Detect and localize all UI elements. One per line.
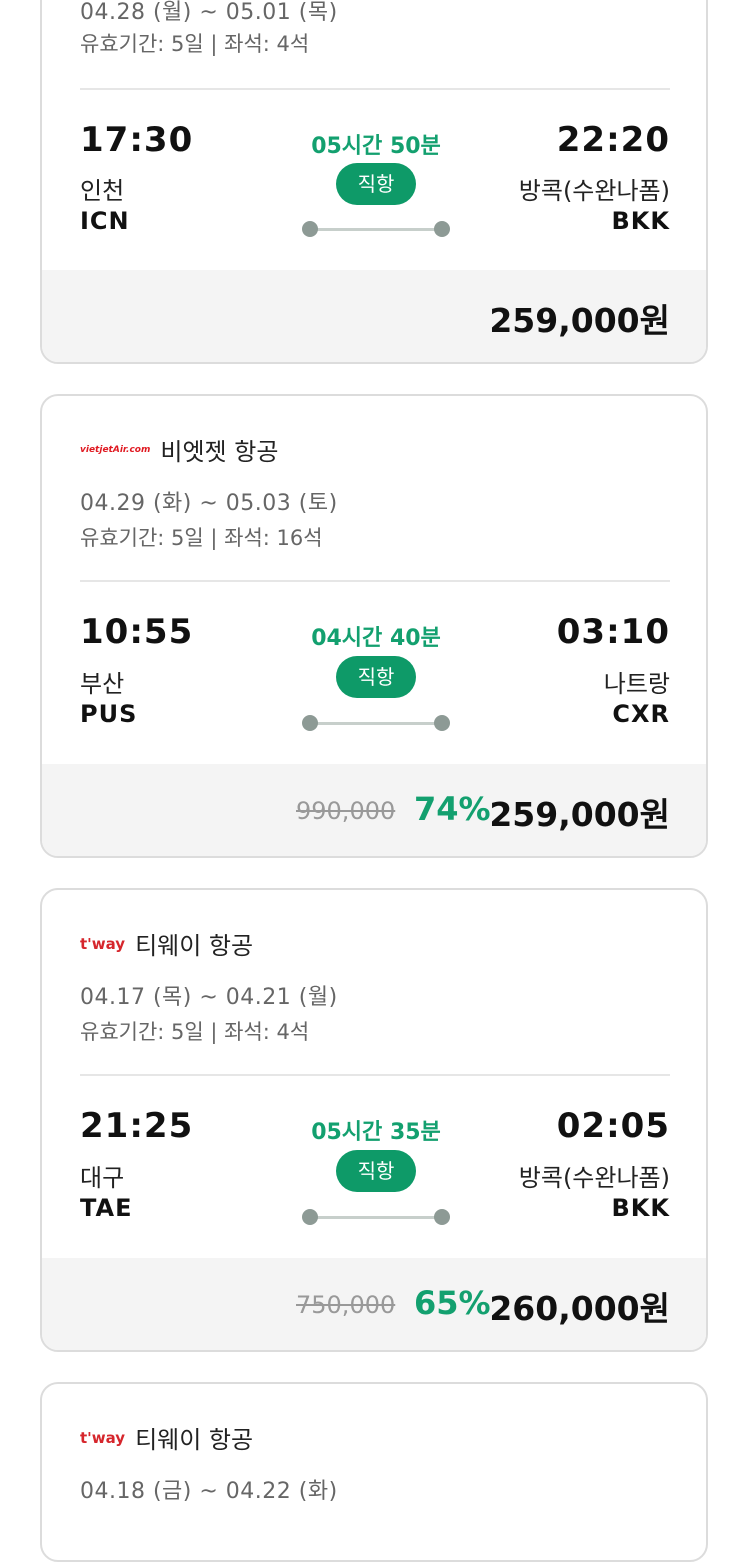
route-line [302, 1208, 450, 1226]
arrival-city: 나트랑 [603, 670, 670, 698]
origin-dot [302, 1209, 318, 1225]
original-price: 990,000 [296, 797, 396, 825]
arrival-city: 방콕(수완나폼) [518, 177, 670, 205]
tway-logo: t'way [80, 1428, 126, 1447]
validity-seats: 유효기간: 5일 | 좌석: 4석 [80, 1020, 310, 1044]
departure-city: 부산 [80, 670, 125, 698]
destination-dot [434, 221, 450, 237]
departure-city: 대구 [80, 1164, 125, 1192]
validity-seats: 유효기간: 5일 | 좌석: 16석 [80, 526, 323, 550]
price-bar: 750,000 65% 260,000원 [42, 1258, 706, 1350]
direct-flight-badge: 직항 [336, 163, 416, 205]
airline-name: 비엣젯 항공 [160, 438, 279, 466]
arrival-time: 22:20 [556, 120, 670, 160]
route-line [302, 714, 450, 732]
direct-flight-badge: 직항 [336, 656, 416, 698]
departure-code: PUS [80, 700, 138, 728]
vietjet-logo: vietjetAir.com [80, 444, 151, 455]
price: 259,000원 [489, 795, 670, 834]
travel-dates: 04.18 (금) ~ 04.22 (화) [80, 1479, 338, 1504]
origin-dot [302, 221, 318, 237]
travel-dates: 04.28 (월) ~ 05.01 (목) [80, 0, 338, 25]
flight-card[interactable]: 04.28 (월) ~ 05.01 (목) 유효기간: 5일 | 좌석: 4석 … [40, 0, 708, 364]
route-line [302, 220, 450, 238]
direct-flight-badge: 직항 [336, 1150, 416, 1192]
arrival-time: 02:05 [556, 1106, 670, 1146]
airline: t'way 티웨이 항공 [80, 926, 253, 961]
airline-name: 티웨이 항공 [135, 1426, 254, 1454]
price: 260,000원 [489, 1289, 670, 1328]
arrival-city: 방콕(수완나폼) [518, 1164, 670, 1192]
destination-dot [434, 1209, 450, 1225]
departure-code: ICN [80, 207, 130, 235]
price-bar: 259,000원 [42, 270, 706, 362]
validity-seats: 유효기간: 5일 | 좌석: 4석 [80, 32, 310, 56]
airline: t'way 티웨이 항공 [80, 1420, 253, 1455]
destination-dot [434, 715, 450, 731]
divider [80, 88, 670, 90]
airline-name: 티웨이 항공 [135, 932, 254, 960]
divider [80, 1074, 670, 1076]
price: 259,000원 [489, 301, 670, 340]
flight-card[interactable]: vietjetAir.com 비엣젯 항공 04.29 (화) ~ 05.03 … [40, 394, 708, 858]
divider [80, 580, 670, 582]
departure-code: TAE [80, 1194, 133, 1222]
discount-rate: 74% [414, 790, 491, 828]
arrival-code: CXR [612, 700, 670, 728]
flight-card[interactable]: t'way 티웨이 항공 04.17 (목) ~ 04.21 (월) 유효기간:… [40, 888, 708, 1352]
arrival-time: 03:10 [556, 612, 670, 652]
discount-rate: 65% [414, 1284, 491, 1322]
original-price: 750,000 [296, 1291, 396, 1319]
flight-card[interactable]: t'way 티웨이 항공 04.18 (금) ~ 04.22 (화) [40, 1382, 708, 1562]
arrival-code: BKK [611, 207, 670, 235]
airline: vietjetAir.com 비엣젯 항공 [80, 432, 278, 467]
tway-logo: t'way [80, 934, 126, 953]
travel-dates: 04.17 (목) ~ 04.21 (월) [80, 985, 338, 1010]
travel-dates: 04.29 (화) ~ 05.03 (토) [80, 491, 338, 516]
departure-city: 인천 [80, 177, 125, 205]
arrival-code: BKK [611, 1194, 670, 1222]
price-bar: 990,000 74% 259,000원 [42, 764, 706, 856]
origin-dot [302, 715, 318, 731]
